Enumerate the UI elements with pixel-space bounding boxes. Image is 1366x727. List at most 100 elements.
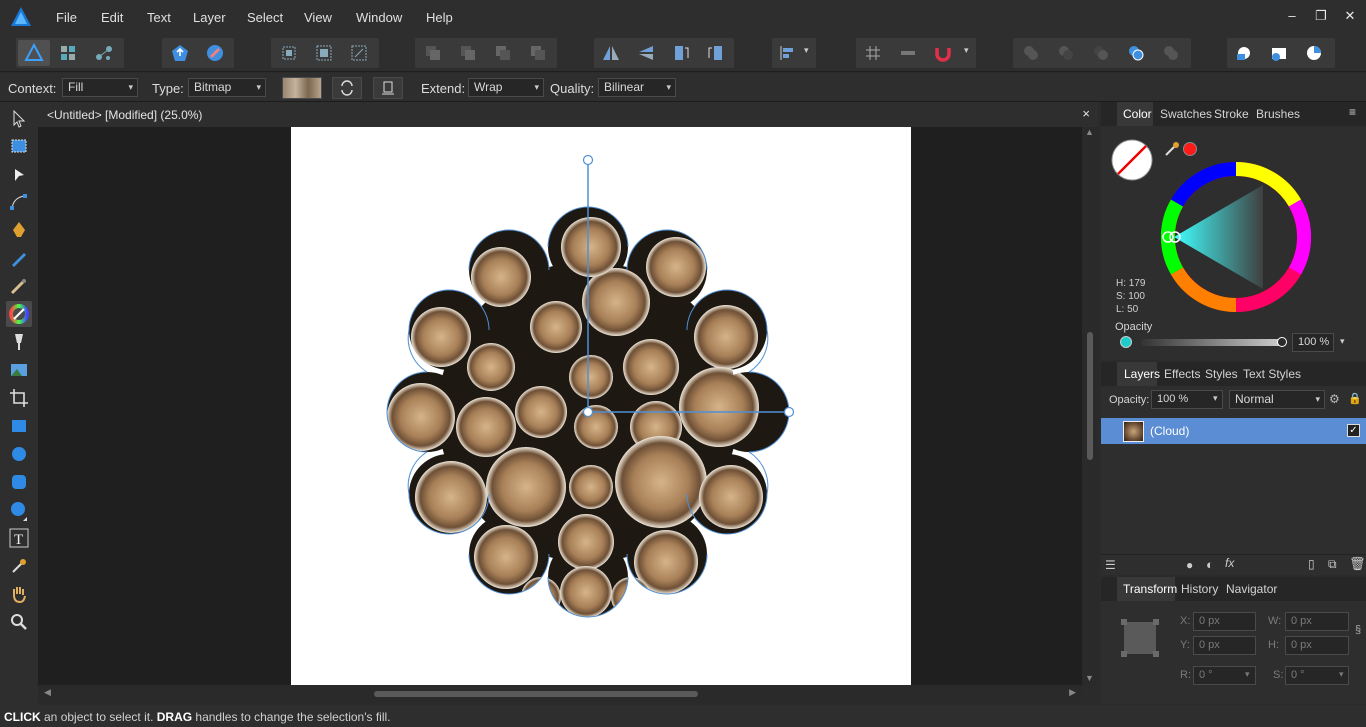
pencil-tool-icon[interactable] [8, 247, 30, 269]
lock-icon[interactable]: 🔒 [1348, 392, 1362, 405]
opacity-slider-handle[interactable] [1277, 337, 1287, 347]
insert-top-icon[interactable] [1304, 43, 1324, 63]
move-to-front-icon[interactable] [528, 43, 548, 63]
stroke-color-swatch[interactable] [1183, 142, 1197, 156]
blend-mode-select[interactable]: Normal [1229, 390, 1325, 409]
vector-brush-icon[interactable] [8, 275, 30, 297]
bitmap-fill-preview[interactable] [282, 77, 322, 99]
artboard-tool-icon[interactable] [8, 135, 30, 157]
shape-tools-icon[interactable] [8, 499, 30, 521]
mask-icon[interactable]: ● [1186, 558, 1193, 572]
rotate-right-icon[interactable] [706, 43, 726, 63]
move-forward-one-icon[interactable] [493, 43, 513, 63]
link-aspect-icon[interactable]: § [1355, 624, 1361, 636]
fill-handle-center[interactable] [582, 406, 594, 418]
crop-tool-icon[interactable] [8, 387, 30, 409]
shear-dropdown-icon[interactable]: ▾ [1339, 669, 1344, 680]
color-picker-icon[interactable] [8, 555, 30, 577]
horizontal-scrollbar[interactable]: ◀ ▶ [38, 685, 1082, 703]
tab-history[interactable]: History [1181, 582, 1218, 596]
adjustment-icon[interactable]: ◐ [1206, 557, 1214, 572]
canvas[interactable] [38, 127, 1082, 685]
align-dropdown-icon[interactable]: ▾ [804, 45, 809, 56]
export-persona-icon[interactable] [94, 43, 114, 63]
move-tool-icon[interactable] [8, 108, 30, 130]
tab-effects[interactable]: Effects [1164, 367, 1200, 381]
tab-navigator[interactable]: Navigator [1226, 582, 1277, 596]
rotation-dropdown-icon[interactable]: ▾ [1245, 669, 1250, 680]
menu-window[interactable]: Window [356, 10, 402, 25]
place-image-icon[interactable] [8, 359, 30, 381]
transform-origin-icon[interactable] [349, 43, 369, 63]
tab-text-styles[interactable]: Text Styles [1243, 367, 1301, 381]
move-back-one-icon[interactable] [458, 43, 478, 63]
anchor-point-selector[interactable] [1121, 619, 1159, 657]
fill-tool-button[interactable] [6, 301, 32, 327]
menu-edit[interactable]: Edit [101, 10, 123, 25]
snapping-magnet-icon[interactable] [933, 43, 953, 63]
align-icon[interactable] [778, 43, 798, 63]
insert-behind-icon[interactable] [1234, 43, 1254, 63]
tab-styles[interactable]: Styles [1205, 367, 1238, 381]
y-field[interactable]: 0 px [1193, 636, 1256, 655]
pixel-persona-icon[interactable] [58, 43, 78, 63]
eyedropper-icon[interactable] [1163, 140, 1181, 158]
layer-opacity-dropdown-icon[interactable]: ▾ [1213, 393, 1218, 404]
ellipse-tool-icon[interactable] [8, 443, 30, 465]
opacity-value[interactable]: 100 % [1292, 333, 1334, 352]
insert-inside-icon[interactable] [1269, 43, 1289, 63]
layers-stack-icon[interactable]: ☰ [1105, 558, 1116, 572]
cloud-shape[interactable] [291, 127, 911, 685]
duplicate-layer-icon[interactable]: ⧉ [1328, 557, 1337, 572]
menu-select[interactable]: Select [247, 10, 283, 25]
vertical-scroll-thumb[interactable] [1087, 332, 1093, 460]
snapping-dropdown-icon[interactable]: ▾ [964, 45, 969, 56]
grid-icon[interactable] [863, 43, 883, 63]
node-tool-icon[interactable] [8, 164, 30, 186]
rounded-rectangle-icon[interactable] [8, 471, 30, 493]
rotate-left-icon[interactable] [671, 43, 691, 63]
zoom-tool-icon[interactable] [8, 611, 30, 633]
scroll-down-icon[interactable]: ▼ [1085, 673, 1094, 683]
vertical-scrollbar[interactable]: ▲ ▼ [1082, 127, 1098, 685]
add-icon[interactable] [1021, 43, 1041, 63]
quality-select[interactable]: Bilinear [598, 78, 676, 97]
close-window-icon[interactable]: ✕ [1342, 8, 1358, 24]
close-document-icon[interactable]: × [1082, 106, 1090, 121]
divide-icon[interactable] [1161, 43, 1181, 63]
move-to-back-icon[interactable] [423, 43, 443, 63]
add-layer-icon[interactable]: ▯ [1308, 557, 1315, 571]
minimize-icon[interactable]: – [1284, 8, 1300, 24]
tab-layers[interactable]: Layers [1124, 367, 1160, 381]
tab-stroke[interactable]: Stroke [1214, 107, 1249, 121]
menu-layer[interactable]: Layer [193, 10, 226, 25]
hand-tool-icon[interactable] [8, 583, 30, 605]
point-transform-icon[interactable] [8, 191, 30, 213]
share-icon[interactable] [170, 43, 190, 63]
menu-help[interactable]: Help [426, 10, 453, 25]
aspect-fill-button[interactable] [373, 77, 403, 99]
scroll-right-icon[interactable]: ▶ [1069, 687, 1076, 698]
color-wheel[interactable] [1159, 160, 1313, 314]
rectangle-tool-icon[interactable] [8, 415, 30, 437]
x-field[interactable]: 0 px [1193, 612, 1256, 631]
menu-text[interactable]: Text [147, 10, 171, 25]
fill-none-swatch[interactable] [1110, 138, 1154, 182]
reverse-fill-button[interactable] [332, 77, 362, 99]
document-tab[interactable]: <Untitled> [Modified] (25.0%) × [38, 102, 1098, 127]
layer-settings-icon[interactable]: ⚙ [1329, 392, 1340, 406]
tab-swatches[interactable]: Swatches [1160, 107, 1212, 121]
assistant-icon[interactable] [205, 43, 225, 63]
h-field[interactable]: 0 px [1285, 636, 1349, 655]
designer-persona-button[interactable] [18, 40, 50, 66]
flip-vertical-icon[interactable] [636, 43, 656, 63]
menu-file[interactable]: File [56, 10, 77, 25]
panel-menu-icon[interactable]: ≡ [1349, 105, 1356, 119]
flip-horizontal-icon[interactable] [601, 43, 621, 63]
xor-icon[interactable] [1126, 43, 1146, 63]
scroll-up-icon[interactable]: ▲ [1085, 127, 1094, 137]
restore-icon[interactable]: ❐ [1313, 8, 1329, 24]
tab-transform[interactable]: Transform [1123, 582, 1177, 596]
fx-icon[interactable]: fx [1225, 556, 1234, 570]
guides-icon[interactable] [898, 43, 918, 63]
